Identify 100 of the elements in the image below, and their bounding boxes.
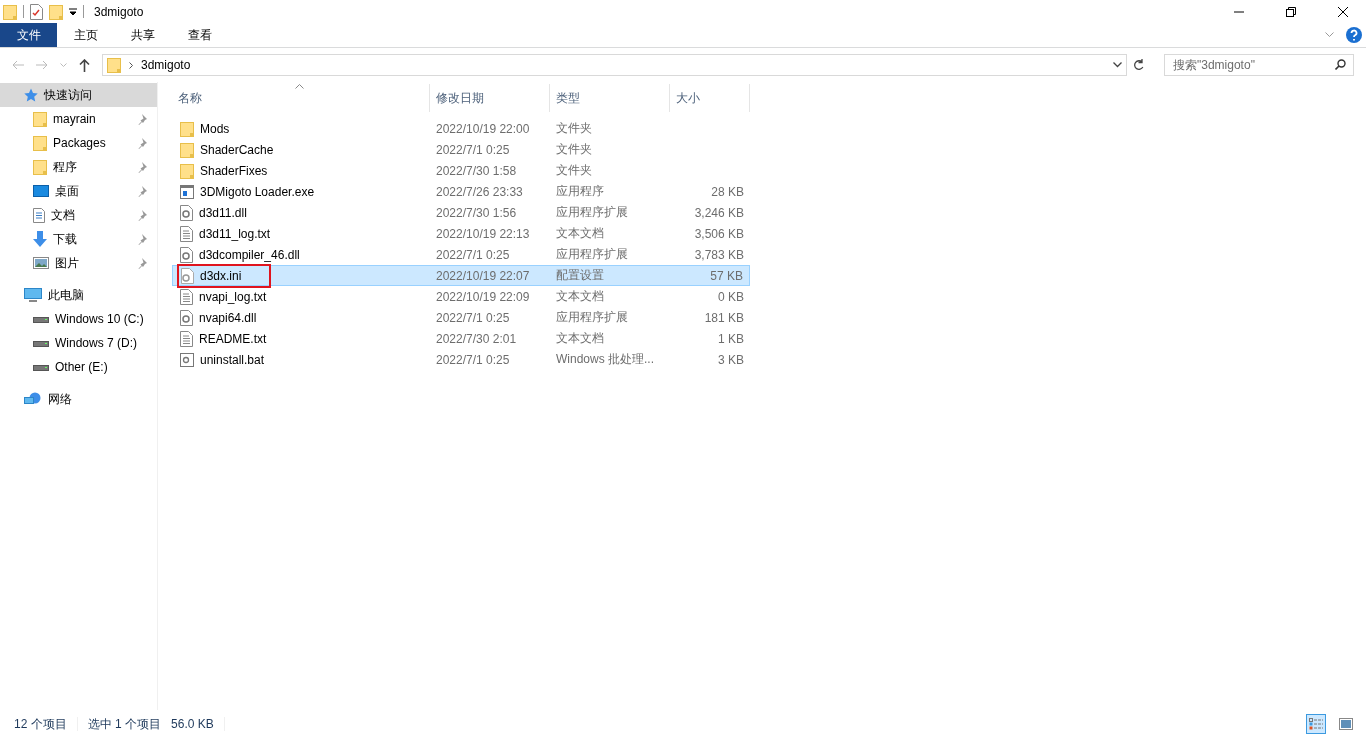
column-header[interactable]: 大小	[670, 84, 750, 112]
document-icon	[33, 207, 45, 223]
file-row[interactable]: d3dcompiler_46.dll	[172, 244, 430, 265]
sidebar-item[interactable]: 此电脑	[0, 283, 157, 307]
file-row[interactable]: 3DMigoto Loader.exe	[172, 181, 430, 202]
sidebar-item[interactable]: Packages	[0, 131, 157, 155]
drive-icon	[33, 339, 49, 347]
file-row[interactable]: ShaderFixes	[172, 160, 430, 181]
column-header[interactable]: 修改日期	[430, 84, 550, 112]
file-name: Mods	[200, 121, 230, 136]
column-header[interactable]: 名称	[172, 84, 430, 112]
file-name: d3d11_log.txt	[199, 226, 271, 241]
size-cell: 3,246 KB	[694, 205, 744, 220]
dropdown-caret-icon	[69, 7, 77, 16]
item-count: 12 个项目	[14, 715, 67, 733]
network-icon	[24, 392, 42, 406]
file-row[interactable]: nvapi64.dll	[172, 307, 430, 328]
file-name: uninstall.bat	[200, 352, 265, 367]
type-cell: 配置设置	[556, 267, 604, 284]
file-name: nvapi_log.txt	[199, 289, 267, 304]
file-name: README.txt	[199, 331, 267, 346]
chevron-down-icon	[1325, 32, 1334, 38]
search-field[interactable]: 搜索"3dmigoto"	[1164, 54, 1354, 76]
sort-caret-icon	[295, 84, 304, 89]
sidebar-item[interactable]: 快速访问	[0, 83, 157, 107]
details-view-button[interactable]	[1306, 714, 1326, 734]
type-cell: 文本文档	[556, 225, 604, 242]
sidebar-item[interactable]: 下载	[0, 227, 157, 251]
ribbon-tab[interactable]: 主页	[57, 23, 114, 47]
size-cell: 3,783 KB	[694, 247, 744, 262]
size-cell: 1 KB	[718, 331, 744, 346]
ribbon-tab[interactable]: 文件	[0, 23, 57, 47]
gear-file-icon	[180, 246, 193, 263]
selection-count: 选中 1 个项目	[87, 715, 162, 733]
type-cell: 文件夹	[556, 162, 592, 179]
folder-icon	[33, 159, 47, 175]
selection-size: 56.0 KB	[171, 717, 214, 731]
folder-icon	[107, 57, 121, 73]
type-cell: 应用程序扩展	[556, 246, 628, 263]
file-row[interactable]: d3d11.dll	[172, 202, 430, 223]
address-bar[interactable]: 3dmigoto	[102, 54, 1127, 76]
sidebar-item[interactable]: mayrain	[0, 107, 157, 131]
picture-icon	[1339, 718, 1353, 730]
sidebar-item[interactable]: 网络	[0, 387, 157, 411]
folder-icon	[49, 3, 63, 20]
file-row[interactable]: ShaderCache	[172, 139, 430, 160]
restore-icon	[1286, 6, 1296, 17]
date-cell: 2022/7/1 0:25	[436, 310, 510, 325]
date-cell: 2022/7/1 0:25	[436, 247, 510, 262]
monitor-icon	[24, 288, 42, 302]
star-icon	[24, 88, 38, 102]
window-title: 3dmigoto	[94, 4, 144, 19]
checklist-icon	[30, 3, 43, 20]
file-row[interactable]: d3d11_log.txt	[172, 223, 430, 244]
text-file-icon	[180, 330, 193, 347]
size-cell: 28 KB	[711, 184, 744, 199]
date-cell: 2022/7/26 23:33	[436, 184, 523, 199]
text-file-icon	[180, 225, 193, 242]
type-cell: 应用程序	[556, 183, 604, 200]
gear-file-icon	[181, 267, 194, 284]
type-cell: 应用程序扩展	[556, 204, 628, 221]
ribbon-tab[interactable]: 共享	[114, 23, 171, 47]
file-name: 3DMigoto Loader.exe	[200, 184, 315, 199]
gear-window-icon	[180, 352, 194, 367]
file-name: ShaderFixes	[200, 163, 268, 178]
drive-icon	[33, 363, 49, 371]
sidebar-item[interactable]: 程序	[0, 155, 157, 179]
back-arrow-icon	[12, 60, 24, 70]
type-cell: 应用程序扩展	[556, 309, 628, 326]
file-row[interactable]: nvapi_log.txt	[172, 286, 430, 307]
search-icon	[1335, 59, 1346, 70]
sidebar-item[interactable]: 文档	[0, 203, 157, 227]
application-window-icon	[180, 184, 194, 199]
folder-icon	[180, 141, 194, 158]
size-cell: 0 KB	[718, 289, 744, 304]
column-header[interactable]: 类型	[550, 84, 670, 112]
folder-icon	[180, 120, 194, 137]
file-row[interactable]: uninstall.bat	[172, 349, 430, 370]
folder-icon	[180, 162, 194, 179]
date-cell: 2022/7/30 1:56	[436, 205, 517, 220]
up-arrow-icon	[79, 58, 90, 72]
sidebar-item[interactable]: Windows 10 (C:)	[0, 307, 157, 331]
date-cell: 2022/7/30 2:01	[436, 331, 517, 346]
folder-icon	[33, 111, 47, 127]
sidebar-item[interactable]: Windows 7 (D:)	[0, 331, 157, 355]
file-row[interactable]: README.txt	[172, 328, 430, 349]
ribbon-tab[interactable]: 查看	[171, 23, 228, 47]
date-cell: 2022/7/30 1:58	[436, 163, 517, 178]
file-name: d3dcompiler_46.dll	[199, 247, 300, 262]
type-cell: 文件夹	[556, 120, 592, 137]
sidebar-item[interactable]: Other (E:)	[0, 355, 157, 379]
size-cell: 3,506 KB	[694, 226, 744, 241]
desktop-icon	[33, 185, 49, 197]
type-cell: 文本文档	[556, 288, 604, 305]
sidebar-item[interactable]: 图片	[0, 251, 157, 275]
file-row[interactable]: Mods	[172, 118, 430, 139]
file-row[interactable]: d3dx.ini	[172, 265, 430, 286]
file-name: nvapi64.dll	[199, 310, 257, 325]
sidebar-item[interactable]: 桌面	[0, 179, 157, 203]
list-view-icon	[1309, 718, 1323, 730]
